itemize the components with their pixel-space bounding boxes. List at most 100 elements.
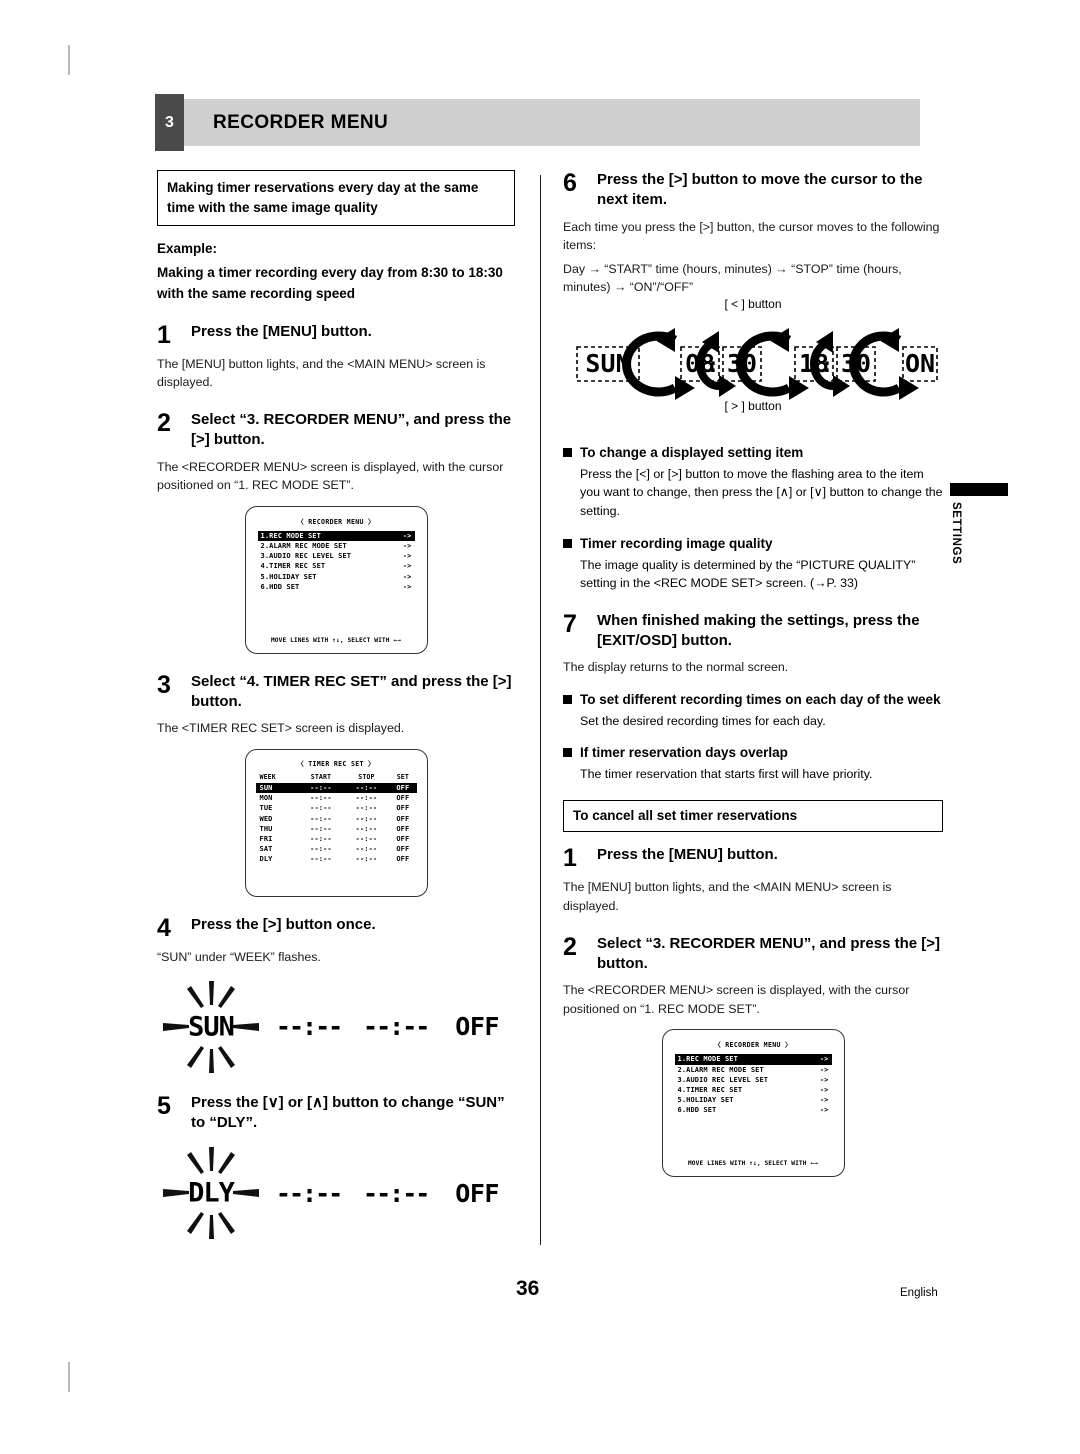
- osd-menu-item-holiday-set[interactable]: 5.HOLIDAY SET ->: [675, 1095, 832, 1105]
- col-stop: STOP: [358, 772, 375, 781]
- note-body: Press the [<] or [>] button to move the …: [580, 466, 943, 519]
- col-start: START: [310, 772, 332, 781]
- cancel-step-1: 1 Press the [MENU] button.: [563, 845, 943, 871]
- osd-menu-item-hdd-set[interactable]: 6.HDD SET ->: [258, 582, 415, 592]
- osd-menu-item-timer-rec-set[interactable]: 4.TIMER REC SET ->: [675, 1085, 832, 1095]
- note-overlap: If timer reservation days overlap The ti…: [563, 744, 943, 784]
- cancel-step-2: 2 Select “3. RECORDER MENU”, and press t…: [563, 934, 943, 975]
- note-body: The timer reservation that starts first …: [580, 767, 873, 782]
- chapter-header: 3 RECORDER MENU: [155, 94, 920, 151]
- step-3-title: Select “4. TIMER REC SET” and press the …: [191, 672, 512, 711]
- table-row[interactable]: THU --:-- --:-- OFF: [256, 824, 417, 834]
- osd-title: 〈 RECORDER MENU 〉: [714, 1041, 792, 1050]
- osd-menu-item-alarm-rec-mode-set[interactable]: 2.ALARM REC MODE SET ->: [258, 541, 415, 551]
- osd-menu-item-label: 1.REC MODE SET: [260, 531, 321, 540]
- cell-stop: --:--: [355, 855, 378, 864]
- osd-recorder-menu-screen-2: 〈 RECORDER MENU 〉 1.REC MODE SET -> 2.AL…: [661, 1029, 845, 1178]
- osd-menu-item-label: 5.HOLIDAY SET: [260, 572, 317, 581]
- flashing-word-sun: SUN: [157, 979, 265, 1075]
- step-3-body: The <TIMER REC SET> screen is displayed.: [157, 721, 405, 736]
- osd-menu-item-holiday-set[interactable]: 5.HOLIDAY SET ->: [258, 572, 415, 582]
- cell-set: OFF: [396, 794, 410, 803]
- cycle-arrows-svg: SUN 08 30 18 30 ON : :: [576, 327, 938, 400]
- table-row[interactable]: TUE --:-- --:-- OFF: [256, 803, 417, 813]
- cell-set: OFF: [396, 824, 410, 833]
- page-number: 36: [516, 1277, 540, 1300]
- cell-week: TUE: [259, 804, 273, 813]
- settings-side-tab: SETTINGS: [950, 483, 1008, 564]
- step-7-body: The display returns to the normal screen…: [563, 660, 789, 675]
- osd-menu-item-rec-mode-set[interactable]: 1.REC MODE SET ->: [674, 1054, 832, 1065]
- cell-week: THU: [259, 824, 273, 833]
- cell-set: OFF: [396, 814, 410, 823]
- osd-menu-list: 1.REC MODE SET -> 2.ALARM REC MODE SET -…: [674, 1054, 832, 1115]
- svg-text::: :: [707, 353, 719, 377]
- osd-menu-item-audio-rec-level-set[interactable]: 3.AUDIO REC LEVEL SET ->: [675, 1075, 832, 1085]
- crop-mark-bottom-left: [68, 1362, 70, 1392]
- step-1-title: Press the [MENU] button.: [191, 322, 372, 340]
- flash-set-value: OFF: [455, 1012, 499, 1042]
- osd-recorder-menu-screen: 〈 RECORDER MENU 〉 1.REC MODE SET -> 2.AL…: [244, 505, 428, 654]
- cell-week: DLY: [259, 855, 273, 864]
- cancel-reservations-heading-box: To cancel all set timer reservations: [563, 799, 943, 833]
- osd-menu-item-label: 1.REC MODE SET: [677, 1055, 738, 1064]
- osd-menu-item-hdd-set[interactable]: 6.HDD SET ->: [675, 1105, 832, 1115]
- osd-menu-item-alarm-rec-mode-set[interactable]: 2.ALARM REC MODE SET ->: [675, 1065, 832, 1075]
- table-row[interactable]: SUN --:-- --:-- OFF: [255, 782, 417, 794]
- osd-arrow-icon: ->: [402, 582, 412, 591]
- osd-timer-header-row: WEEK START STOP SET: [256, 772, 417, 783]
- cell-start: --:--: [310, 845, 332, 854]
- osd-footer-hint: MOVE LINES WITH ↑↓, SELECT WITH ←→: [687, 1160, 819, 1168]
- osd-arrow-icon: ->: [402, 572, 412, 581]
- cell-start: --:--: [310, 804, 332, 813]
- cancel-step-2-number: 2: [563, 932, 577, 961]
- cell-stop: --:--: [355, 845, 378, 854]
- flash-stop-value: --:--: [363, 1178, 430, 1208]
- step-3: 3 Select “4. TIMER REC SET” and press th…: [157, 672, 515, 713]
- osd-menu-item-label: 3.AUDIO REC LEVEL SET: [677, 1075, 769, 1084]
- cursor-cycle-diagram: SUN 08 30 18 30 ON : : [>] button: [563, 320, 943, 430]
- flashing-display-dly: DLY --:-- --:-- OFF: [157, 1145, 515, 1241]
- manual-page: 3 RECORDER MENU Making timer reservation…: [0, 0, 1080, 1454]
- osd-menu-item-label: 2.ALARM REC MODE SET: [677, 1065, 764, 1074]
- osd-arrow-icon: ->: [819, 1065, 829, 1074]
- section-heading-box: Making timer reservations every day at t…: [157, 170, 515, 227]
- osd-timer-table: WEEK START STOP SET SUN --:-- --:-- OFF …: [255, 772, 417, 865]
- cell-week: WED: [259, 814, 273, 823]
- table-row[interactable]: MON --:-- --:-- OFF: [256, 793, 417, 803]
- flash-set-value: OFF: [455, 1178, 499, 1208]
- osd-timer-rec-set-screen: 〈 TIMER REC SET 〉 WEEK START STOP SET SU…: [244, 748, 428, 897]
- flashing-display-sun: SUN --:-- --:-- OFF: [157, 979, 515, 1075]
- step-5-number: 5: [157, 1091, 171, 1120]
- svg-text:ON: ON: [905, 349, 935, 378]
- example-label: Example:: [157, 241, 218, 257]
- step-4-body: “SUN” under “WEEK” flashes.: [157, 949, 321, 964]
- cell-stop: --:--: [355, 814, 378, 823]
- flash-word-text: DLY: [188, 1177, 235, 1209]
- table-row[interactable]: WED --:-- --:-- OFF: [256, 813, 417, 823]
- language-label: English: [900, 1287, 938, 1299]
- step-6: 6 Press the [>] button to move the curso…: [563, 170, 943, 211]
- osd-menu-item-label: 3.AUDIO REC LEVEL SET: [260, 552, 352, 561]
- table-row[interactable]: SAT --:-- --:-- OFF: [256, 844, 417, 854]
- cell-set: OFF: [396, 855, 410, 864]
- step-6-title: Press the [>] button to move the cursor …: [597, 171, 923, 209]
- cell-start: --:--: [310, 794, 332, 803]
- osd-menu-item-timer-rec-set[interactable]: 4.TIMER REC SET ->: [258, 561, 415, 571]
- flash-start-value: --:--: [275, 1178, 343, 1208]
- step-7-title: When finished making the settings, press…: [597, 611, 920, 650]
- chapter-number: 3: [155, 94, 184, 151]
- step-2-title: Select “3. RECORDER MENU”, and press the…: [191, 411, 512, 449]
- osd-menu-item-audio-rec-level-set[interactable]: 3.AUDIO REC LEVEL SET ->: [258, 551, 415, 561]
- osd-menu-item-label: 4.TIMER REC SET: [260, 562, 326, 571]
- cycle-label-left-button: [ < ] button: [724, 296, 782, 311]
- osd-arrow-icon: ->: [819, 1096, 829, 1105]
- table-row[interactable]: FRI --:-- --:-- OFF: [256, 834, 417, 844]
- cell-week: MON: [259, 794, 273, 803]
- cell-set: OFF: [389, 782, 417, 794]
- flashing-word-dly: DLY: [157, 1145, 265, 1241]
- osd-menu-item-rec-mode-set[interactable]: 1.REC MODE SET ->: [257, 530, 415, 541]
- note-body: The image quality is determined by the “…: [580, 557, 916, 591]
- table-row[interactable]: DLY --:-- --:-- OFF: [256, 854, 417, 864]
- osd-arrow-icon: ->: [819, 1106, 829, 1115]
